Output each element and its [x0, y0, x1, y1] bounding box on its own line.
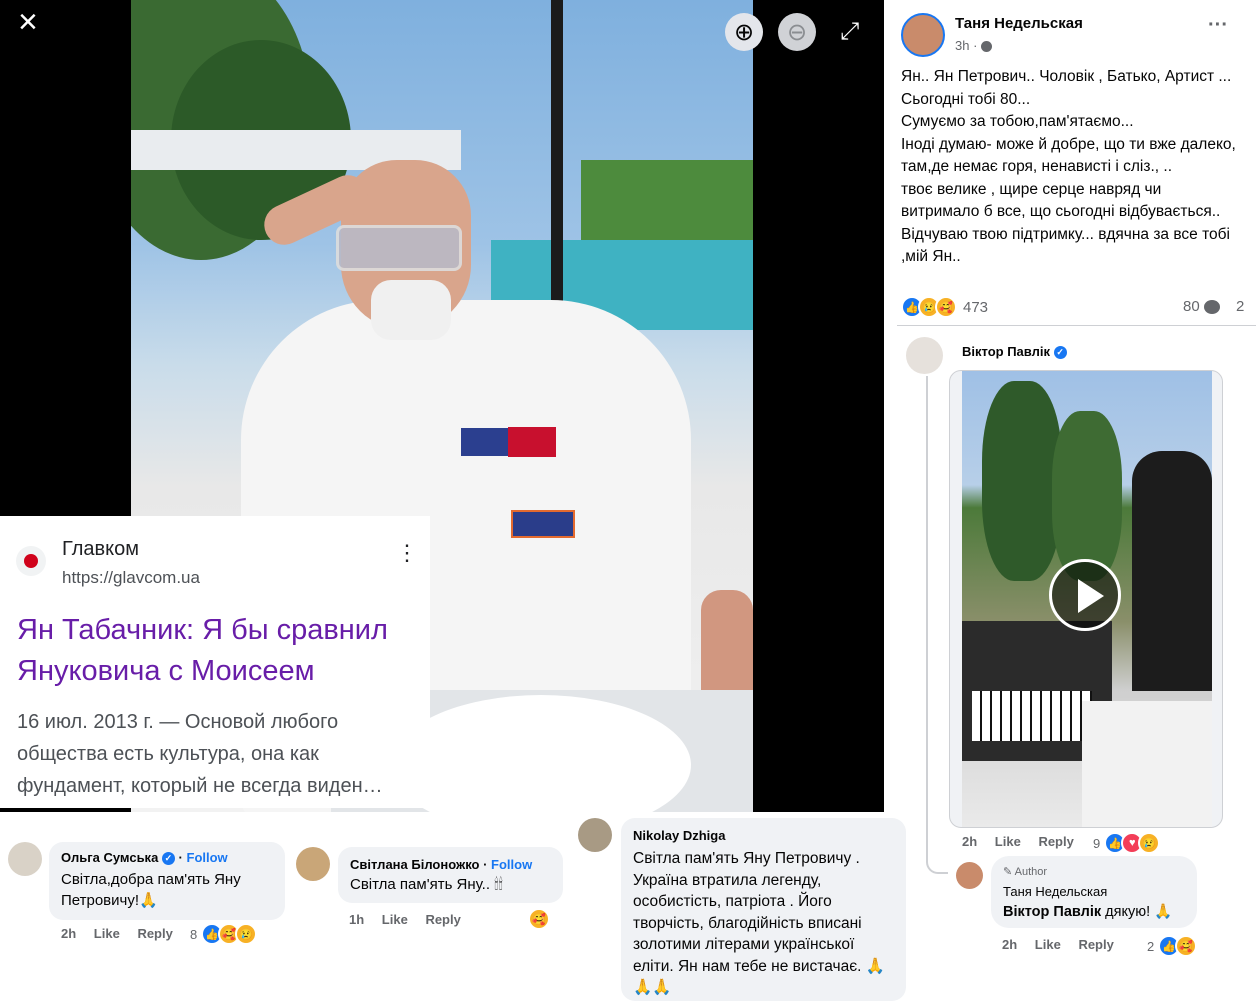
comment-text: Світла,добра пам'ять Яну Петровичу!🙏 [61, 869, 276, 911]
like-button[interactable]: Like [995, 834, 1021, 849]
pray-emoji: 🙏 [865, 957, 886, 975]
commenter-name[interactable]: Світлана Білоножко · Follow [350, 857, 532, 872]
pray-emoji: 🙏 [139, 892, 158, 909]
zoom-in-icon[interactable]: ⊕ [725, 13, 763, 51]
pray-emoji: 🙏🙏 [633, 979, 672, 996]
commenter-name[interactable]: Ольга Сумська ✓ · Follow [61, 850, 228, 866]
more-menu-icon[interactable]: ⋮ [396, 540, 418, 566]
commenter-name-label: Віктор Павлік [962, 344, 1050, 359]
comment-reactions[interactable]: 9 👍 ♥ 😢 [1093, 832, 1161, 854]
expand-icon[interactable]: ⤢ [840, 18, 859, 46]
commenter-avatar[interactable] [578, 818, 612, 852]
comment-actions: 1h Like Reply [349, 912, 475, 927]
comment-reactions[interactable]: 8 👍 🥰 😢 [190, 923, 258, 945]
comment-actions: 2h Like Reply [962, 834, 1088, 849]
reply-time[interactable]: 2h [1002, 937, 1017, 952]
commenter-avatar[interactable] [8, 842, 42, 876]
play-icon[interactable] [1049, 559, 1121, 631]
commenter-name-label: Ольга Сумська [61, 850, 159, 865]
commenter-name-label: Світлана Білоножко · [350, 857, 488, 872]
reply-button[interactable]: Reply [137, 926, 172, 941]
reply-reactions-count: 2 [1147, 938, 1155, 954]
like-button[interactable]: Like [1035, 937, 1061, 952]
reply-text: Віктор Павлік дякую! 🙏 [1003, 903, 1172, 920]
sad-reaction-icon: 😢 [235, 923, 258, 945]
reply-text-body: дякую! [1101, 904, 1151, 920]
globe-icon [981, 41, 993, 53]
care-reaction-icon: 🥰 [1175, 935, 1198, 957]
comment-text-body: Світла пам'ять Яну.. [350, 876, 491, 893]
divider [897, 325, 1256, 326]
comment-video[interactable] [949, 370, 1223, 828]
comment-bubble: Світлана Білоножко · Follow Світла пам'я… [338, 847, 563, 903]
post-text: Ян.. Ян Петрович.. Чоловік , Батько, Арт… [901, 68, 1236, 265]
reply-button[interactable]: Reply [1038, 834, 1073, 849]
sad-reaction-icon: 😢 [1138, 832, 1161, 854]
like-button[interactable]: Like [382, 912, 408, 927]
verified-icon: ✓ [161, 852, 175, 866]
shares-count[interactable]: 2 [1236, 298, 1244, 315]
post-time[interactable]: 3h · [955, 38, 993, 53]
author-badge: ✎ Author [1003, 865, 1047, 878]
verified-icon: ✓ [1053, 346, 1067, 360]
commenter-name[interactable]: Nikolay Dzhiga [633, 828, 725, 843]
reply-reactions[interactable]: 2 👍 🥰 [1147, 935, 1198, 957]
comments-count-label: 80 [1183, 298, 1200, 315]
comment-icon [1203, 299, 1220, 314]
comment-bubble: Nikolay Dzhiga Світла пам'ять Яну Петров… [621, 818, 906, 1001]
site-name: Главком [62, 538, 139, 560]
post-author[interactable]: Таня Недельская [955, 15, 1083, 32]
comment-text-body: Світла пам'ять Яну Петровичу . Україна в… [633, 850, 862, 975]
comment-reactions[interactable]: 🥰 [528, 908, 550, 930]
comment-time[interactable]: 2h [962, 834, 977, 849]
comment-reactions-count: 8 [190, 926, 198, 942]
comments-count[interactable]: 80 [1183, 298, 1220, 315]
comment-text: Світла пам'ять Яну Петровичу . Україна в… [633, 848, 893, 999]
comment-reactions-count: 9 [1093, 835, 1101, 851]
close-icon[interactable]: × [18, 4, 38, 40]
care-reaction-icon: 🥰 [528, 908, 550, 930]
comment-text: Світла пам'ять Яну.. 🕯🕯 [350, 876, 503, 893]
reply-button[interactable]: Reply [1078, 937, 1113, 952]
reply-bubble: ✎ Author Таня Недельская Віктор Павлік д… [991, 856, 1197, 928]
comment-bubble: Ольга Сумська ✓ · Follow Світла,добра па… [49, 842, 285, 920]
pencil-icon: ✎ [1003, 866, 1013, 878]
reply-author[interactable]: Таня Недельская [1003, 884, 1107, 899]
reactions-count: 473 [963, 298, 989, 316]
comment-actions: 2h Like Reply [61, 926, 187, 941]
reply-avatar[interactable] [956, 862, 983, 889]
search-result-card: Главком https://glavcom.ua ⋮ Ян Табачник… [0, 516, 430, 808]
author-avatar[interactable] [901, 13, 945, 57]
author-badge-label: Author [1014, 866, 1048, 878]
separator: · [178, 850, 183, 865]
reply-actions: 2h Like Reply [1002, 937, 1128, 952]
comment-time[interactable]: 2h [61, 926, 76, 941]
zoom-out-icon[interactable]: ⊖ [778, 13, 816, 51]
commenter-name[interactable]: Віктор Павлік ✓ [962, 344, 1067, 360]
like-button[interactable]: Like [94, 926, 120, 941]
thread-line [926, 376, 948, 874]
post-more-icon[interactable]: ··· [1208, 14, 1228, 37]
result-snippet: 16 июл. 2013 г. — Основой любого обществ… [17, 711, 383, 797]
commenter-avatar[interactable] [906, 337, 943, 374]
commenter-avatar[interactable] [296, 847, 330, 881]
site-favicon [16, 546, 46, 576]
pray-emoji: 🙏 [1154, 904, 1173, 920]
candle-emoji: 🕯🕯 [494, 876, 503, 893]
reply-button[interactable]: Reply [425, 912, 460, 927]
post-time-label: 3h · [955, 38, 978, 53]
care-reaction-icon: 🥰 [935, 296, 957, 318]
post-reactions[interactable]: 👍 😢 🥰 473 [901, 296, 988, 318]
comment-time[interactable]: 1h [349, 912, 364, 927]
site-url[interactable]: https://glavcom.ua [62, 568, 200, 588]
follow-button[interactable]: Follow [187, 850, 228, 865]
result-title[interactable]: Ян Табачник: Я бы сравнил Януковича с Мо… [17, 610, 417, 692]
mention-link[interactable]: Віктор Павлік [1003, 904, 1101, 920]
follow-button[interactable]: Follow [491, 857, 532, 872]
